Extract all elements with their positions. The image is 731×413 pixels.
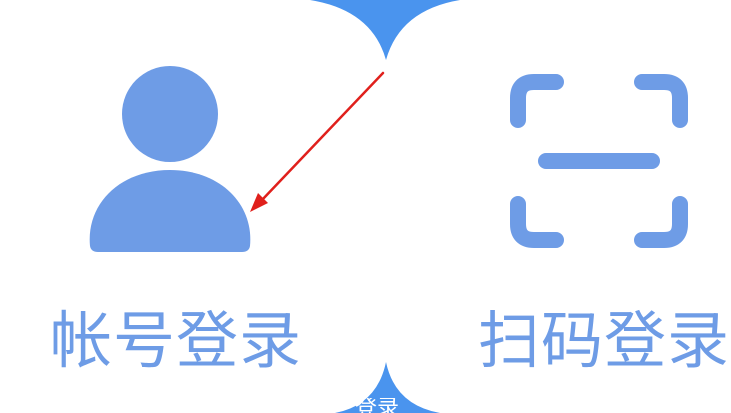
scan-icon [508,72,690,250]
qrcode-login-label: 扫码登录 [478,304,731,377]
account-login-option[interactable]: 帐号登录 [0,0,385,413]
account-login-label: 帐号登录 [50,304,303,377]
bottom-partial-text: 登录 [355,398,400,413]
login-method-selector: 帐号登录 扫码登录 登录 [0,0,731,413]
user-icon [88,66,252,252]
